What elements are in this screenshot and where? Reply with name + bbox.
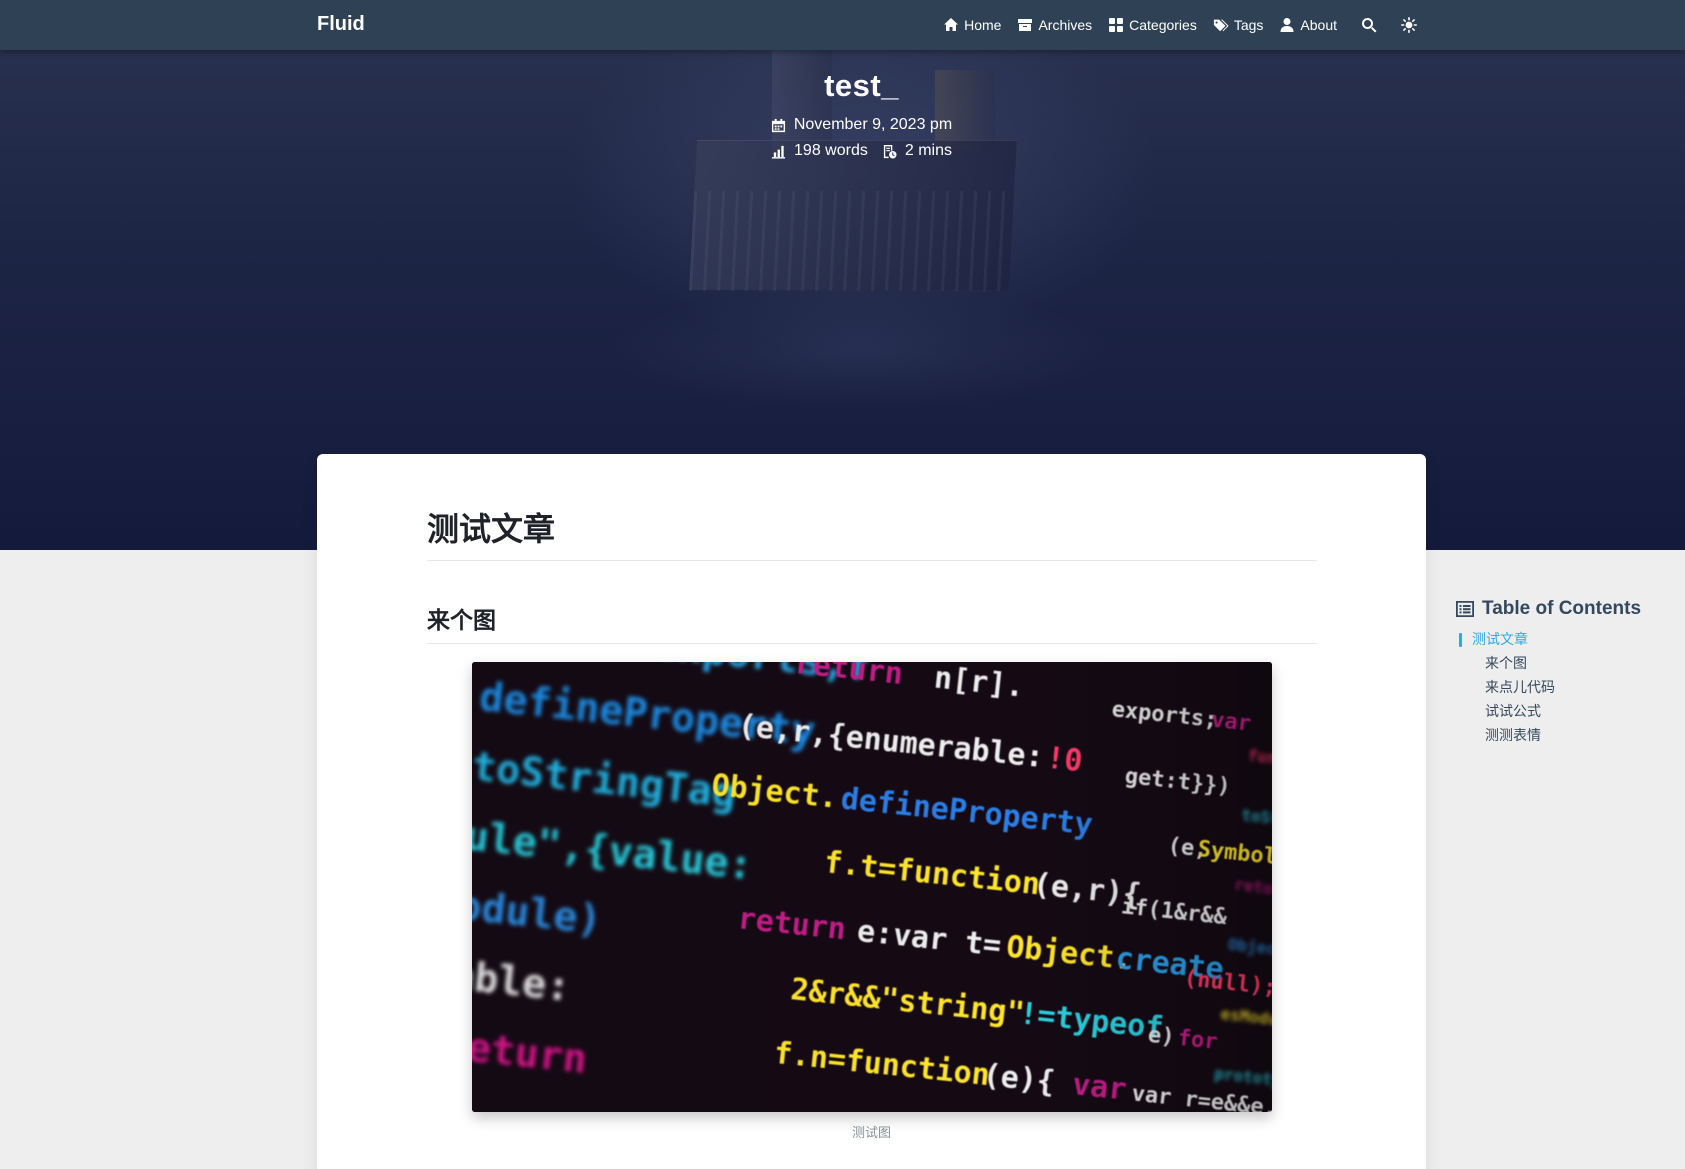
calendar-icon (771, 118, 785, 132)
article-heading-1: 测试文章 (427, 504, 1317, 561)
post-date-text: November 9, 2023 pm (793, 116, 953, 133)
post-title: test_ (824, 68, 899, 103)
code-screen-image: ts,t,f.exports,f defineProperty toString… (472, 662, 1272, 1112)
nav-categories-label: Categories (1129, 17, 1197, 33)
toc-item-image[interactable]: 来个图 (1455, 652, 1685, 676)
nav-categories[interactable]: Categories (1108, 17, 1197, 33)
article-heading-2: 来个图 (427, 601, 1317, 644)
nav-home-label: Home (964, 17, 1002, 33)
banner-text: test_ November 9, 2023 pm 198 words 2 mi… (0, 68, 1685, 160)
nav-tags[interactable]: Tags (1213, 17, 1264, 33)
search-button[interactable] (1361, 17, 1377, 33)
post-meta-stats-row: 198 words 2 mins (0, 142, 1685, 160)
post-date: November 9, 2023 pm (771, 116, 952, 134)
tags-icon (1213, 19, 1229, 32)
banner-tower (689, 140, 1017, 290)
theme-toggle-button[interactable] (1401, 17, 1417, 33)
post-read-time: 2 mins (882, 142, 952, 160)
brand-logo[interactable]: Fluid (317, 13, 365, 36)
user-icon (1280, 18, 1294, 32)
home-icon (944, 18, 959, 31)
post-word-count: 198 words (771, 142, 868, 160)
post-read-time-text: 2 mins (904, 142, 952, 159)
banner-reflection (600, 290, 1120, 410)
article-image[interactable]: ts,t,f.exports,f defineProperty toString… (472, 662, 1272, 1112)
nav-about[interactable]: About (1279, 17, 1337, 33)
toc-item-emoji[interactable]: 测测表情 (1455, 724, 1685, 748)
article-card: 测试文章 来个图 ts,t,f.exports,f defineProperty… (317, 454, 1426, 1169)
chart-bar-icon (771, 145, 786, 159)
toc-list: 测试文章 来个图 来点儿代码 试试公式 测测表情 (1455, 628, 1685, 748)
image-caption: 测试图 (851, 1126, 891, 1141)
toc-item-code[interactable]: 来点儿代码 (1455, 676, 1685, 700)
toc-item-formula[interactable]: 试试公式 (1455, 700, 1685, 724)
post-word-count-text: 198 words (794, 142, 868, 159)
nav-archives-label: Archives (1038, 17, 1093, 33)
toc-item-test-article[interactable]: 测试文章 (1455, 628, 1685, 652)
categories-icon (1109, 18, 1124, 32)
nav-tags-label: Tags (1233, 17, 1264, 33)
toc-header: Table of Contents (1455, 598, 1685, 620)
sun-icon (1401, 17, 1417, 33)
list-alt-icon (1456, 601, 1474, 617)
toc-title: Table of Contents (1482, 598, 1642, 619)
table-of-contents: Table of Contents 测试文章 来个图 来点儿代码 试试公式 测测… (1455, 598, 1685, 748)
document-clock-icon (883, 144, 897, 159)
post-meta-date-row: November 9, 2023 pm (0, 116, 1685, 134)
nav-home[interactable]: Home (943, 17, 1001, 33)
archive-icon (1018, 19, 1033, 31)
nav-about-label: About (1300, 17, 1337, 33)
nav-archives[interactable]: Archives (1017, 17, 1092, 33)
nav-menu: Home Archives Categories Tags About (943, 0, 1417, 50)
navbar: Fluid Home Archives Categories Tags Abou… (0, 0, 1685, 50)
search-icon (1362, 18, 1377, 33)
